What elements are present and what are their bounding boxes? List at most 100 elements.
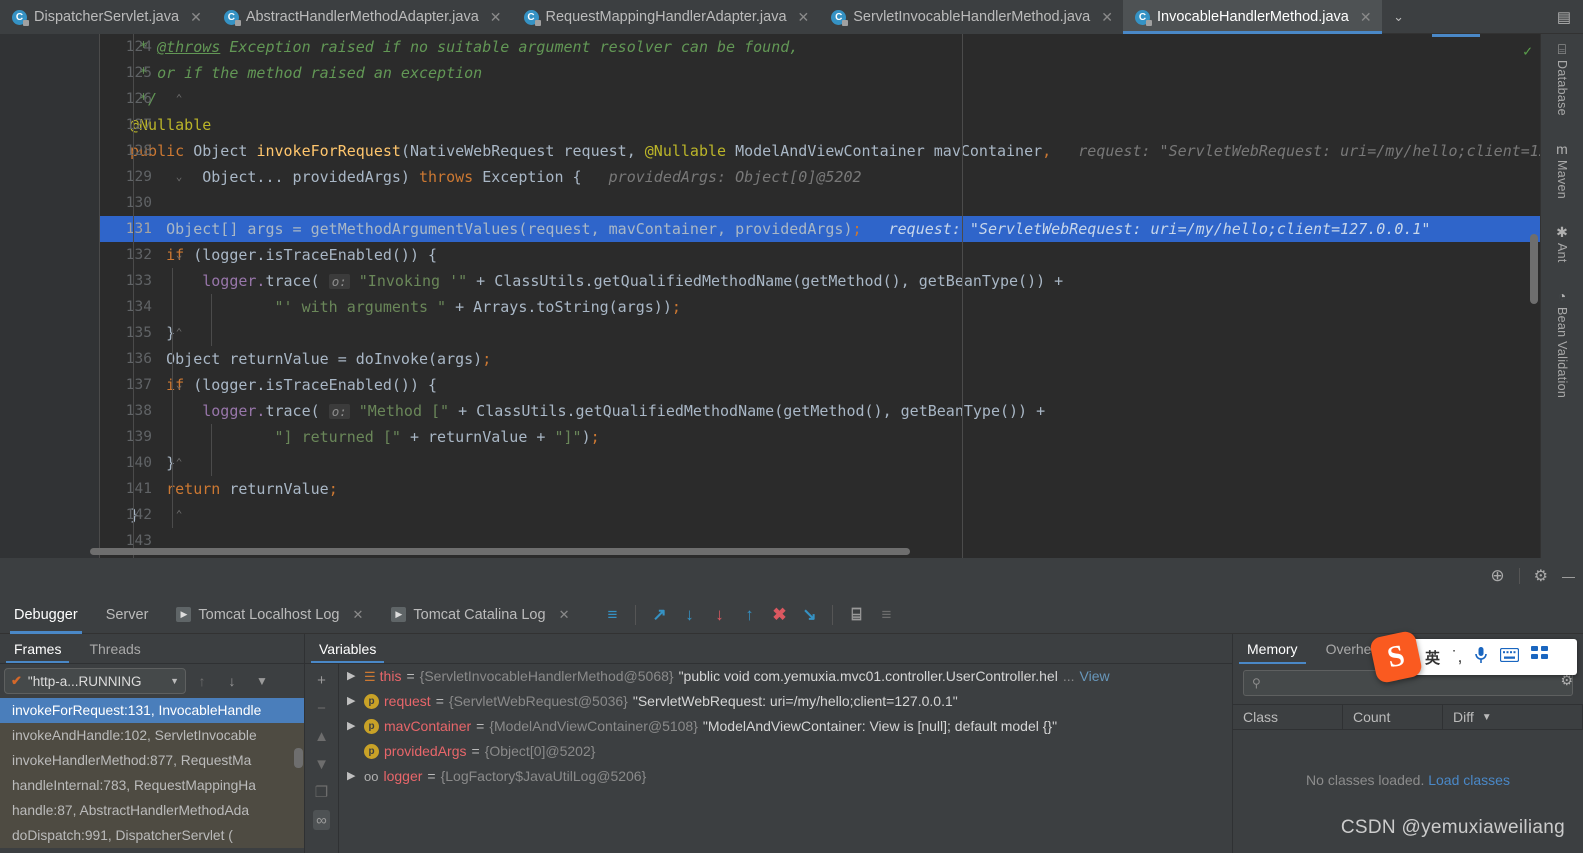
- layout-settings-icon[interactable]: ▤: [1557, 8, 1571, 26]
- frame-item[interactable]: doDispatch:991, DispatcherServlet (: [0, 823, 305, 848]
- tab-frames[interactable]: Frames: [0, 634, 75, 663]
- editor-tab-2[interactable]: C RequestMappingHandlerAdapter.java ✕: [511, 0, 820, 34]
- code-fold-icon[interactable]: ⌄: [172, 164, 186, 190]
- close-icon[interactable]: ✕: [798, 9, 810, 26]
- step-into-icon[interactable]: ↓: [674, 600, 704, 630]
- editor-tab-4[interactable]: C InvocableHandlerMethod.java ✕: [1122, 0, 1382, 34]
- close-icon[interactable]: ✕: [559, 607, 570, 623]
- run-to-cursor-icon[interactable]: ↘: [794, 600, 824, 630]
- load-classes-link[interactable]: Load classes: [1428, 772, 1510, 788]
- close-icon[interactable]: ✕: [490, 9, 502, 26]
- copy-icon[interactable]: ❐: [315, 782, 328, 802]
- frames-up-icon[interactable]: ↑: [188, 668, 216, 694]
- ime-apps-icon[interactable]: [1531, 646, 1549, 668]
- step-over-icon[interactable]: ↗: [644, 600, 674, 630]
- minimize-icon[interactable]: —: [1562, 569, 1575, 584]
- watches-icon[interactable]: ∞: [313, 810, 330, 830]
- tool-window-maven[interactable]: m Maven: [1555, 142, 1569, 199]
- debug-tab-tomcat-catalina-log[interactable]: ▶ Tomcat Catalina Log ✕: [377, 596, 583, 634]
- editor-tab-3[interactable]: C ServletInvocableHandlerMethod.java ✕: [819, 0, 1123, 34]
- code-fold-icon[interactable]: ⌃: [172, 320, 186, 346]
- tab-threads[interactable]: Threads: [75, 634, 154, 663]
- debug-tab-debugger[interactable]: Debugger: [0, 596, 92, 634]
- code-line-138[interactable]: 138 logger.trace( o: "Method [" + ClassU…: [100, 398, 1540, 424]
- code-fold-icon[interactable]: ⌃: [172, 450, 186, 476]
- editor-tab-0[interactable]: C DispatcherServlet.java ✕: [0, 0, 212, 34]
- code-line-132[interactable]: 132 ⌄ if (logger.isTraceEnabled()) {: [100, 242, 1540, 268]
- debug-tab-tomcat-localhost-log[interactable]: ▶ Tomcat Localhost Log ✕: [162, 596, 377, 634]
- expand-arrow-icon[interactable]: ▶: [347, 714, 359, 739]
- frames-filter-icon[interactable]: ▼: [248, 668, 276, 694]
- step-out-icon[interactable]: ↑: [734, 600, 764, 630]
- frame-item[interactable]: invokeAndHandle:102, ServletInvocable: [0, 723, 305, 748]
- close-icon[interactable]: ✕: [352, 607, 363, 623]
- trace-current-stream-icon[interactable]: ≡: [871, 600, 901, 630]
- frame-item[interactable]: invokeForRequest:131, InvocableHandle: [0, 698, 305, 723]
- frame-item[interactable]: invokeHandlerMethod:877, RequestMa: [0, 748, 305, 773]
- code-line-140[interactable]: 140 ⌃ }: [100, 450, 1540, 476]
- code-fold-icon[interactable]: ⌄: [172, 242, 186, 268]
- tab-variables[interactable]: Variables: [305, 634, 390, 663]
- right-tool-strip[interactable]: ⌸ Database m Maven ✱ Ant ◔ Bean Validation: [1540, 34, 1583, 558]
- view-value-link[interactable]: View: [1080, 664, 1110, 689]
- code-line-131[interactable]: 131 Object[] args = getMethodArgumentVal…: [100, 216, 1540, 242]
- code-line-125[interactable]: 125 * or if the method raised an excepti…: [100, 60, 1540, 86]
- close-icon[interactable]: ✕: [190, 9, 202, 26]
- variable-row[interactable]: ▶ oo logger = {LogFactory$JavaUtilLog@5206}: [339, 764, 1233, 789]
- ime-punctuation-icon[interactable]: ˙,: [1452, 647, 1462, 667]
- code-line-135[interactable]: 135 ⌃ }: [100, 320, 1540, 346]
- tab-memory[interactable]: Memory: [1233, 634, 1312, 664]
- sogou-ime-logo-icon[interactable]: S: [1368, 629, 1424, 685]
- variable-row[interactable]: ▶ p mavContainer = {ModelAndViewContainer@51…: [339, 714, 1233, 739]
- code-line-142[interactable]: 142 ⌃}: [100, 502, 1540, 528]
- frames-list[interactable]: invokeForRequest:131, InvocableHandle inv…: [0, 698, 305, 848]
- code-line-128[interactable]: 128 public Object invokeForRequest(Native…: [100, 138, 1540, 164]
- code-line-124[interactable]: 124 * @throws Exception raised if no sui…: [100, 34, 1540, 60]
- column-header-class[interactable]: Class: [1233, 705, 1343, 729]
- editor-gutter[interactable]: [0, 34, 100, 558]
- evaluate-expression-icon[interactable]: ⌸: [841, 600, 871, 630]
- move-up-icon[interactable]: ▲: [314, 726, 329, 746]
- code-line-137[interactable]: 137 ⌄ if (logger.isTraceEnabled()) {: [100, 372, 1540, 398]
- frame-item[interactable]: handleInternal:783, RequestMappingHa: [0, 773, 305, 798]
- move-down-icon[interactable]: ▼: [314, 754, 329, 774]
- column-header-count[interactable]: Count: [1343, 705, 1443, 729]
- code-fold-icon[interactable]: ⌄: [172, 372, 186, 398]
- frames-down-icon[interactable]: ↓: [218, 668, 246, 694]
- tab-overflow-chevron-icon[interactable]: ⌄: [1382, 0, 1416, 33]
- force-step-into-icon[interactable]: ↓: [704, 600, 734, 630]
- close-icon[interactable]: ✕: [1101, 9, 1113, 26]
- debug-tab-server[interactable]: Server: [92, 596, 163, 634]
- code-line-136[interactable]: 136 Object returnValue = doInvoke(args);: [100, 346, 1540, 372]
- code-content[interactable]: 124 * @throws Exception raised if no sui…: [100, 34, 1540, 558]
- code-fold-icon[interactable]: ⌃: [172, 502, 186, 528]
- ime-voice-icon[interactable]: [1474, 646, 1488, 669]
- ime-language-icon[interactable]: 英: [1425, 647, 1440, 668]
- drop-frame-icon[interactable]: ✖: [764, 600, 794, 630]
- show-execution-point-icon[interactable]: ≡: [597, 600, 627, 630]
- remove-watch-icon[interactable]: −: [317, 698, 326, 718]
- code-line-126[interactable]: 126 ⌃ */: [100, 86, 1540, 112]
- editor-tab-1[interactable]: C AbstractHandlerMethodAdapter.java ✕: [211, 0, 512, 34]
- editor-horizontal-scrollbar[interactable]: [90, 548, 910, 555]
- ime-keyboard-icon[interactable]: [1500, 647, 1520, 667]
- code-editor[interactable]: 124 * @throws Exception raised if no sui…: [0, 34, 1540, 558]
- settings-target-icon[interactable]: ⊕: [1490, 566, 1504, 586]
- code-line-129[interactable]: 129 ⌄ Object... providedArgs) throws Exce…: [100, 164, 1540, 190]
- tool-window-ant[interactable]: ✱ Ant: [1555, 225, 1569, 263]
- frame-item[interactable]: handle:87, AbstractHandlerMethodAda: [0, 798, 305, 823]
- column-header-diff[interactable]: Diff ▼: [1443, 705, 1583, 729]
- expand-arrow-icon[interactable]: ▶: [347, 664, 359, 689]
- expand-arrow-icon[interactable]: ▶: [347, 764, 359, 789]
- add-watch-icon[interactable]: +: [317, 670, 326, 690]
- code-line-127[interactable]: 127 @Nullable: [100, 112, 1540, 138]
- variables-list[interactable]: ▶ ☰ this = {ServletInvocableHandlerMethod@50…: [339, 664, 1233, 853]
- code-line-133[interactable]: 133 logger.trace( o: "Invoking '" + Clas…: [100, 268, 1540, 294]
- code-line-134[interactable]: 134 "' with arguments " + Arrays.toStrin…: [100, 294, 1540, 320]
- tool-window-bean-validation[interactable]: ◔ Bean Validation: [1555, 289, 1569, 398]
- code-line-141[interactable]: 141 return returnValue;: [100, 476, 1540, 502]
- frames-scrollbar[interactable]: [294, 748, 303, 768]
- inspection-ok-icon[interactable]: ✓: [1523, 42, 1532, 60]
- code-line-130[interactable]: 130: [100, 190, 1540, 216]
- tool-window-database[interactable]: ⌸ Database: [1555, 42, 1569, 116]
